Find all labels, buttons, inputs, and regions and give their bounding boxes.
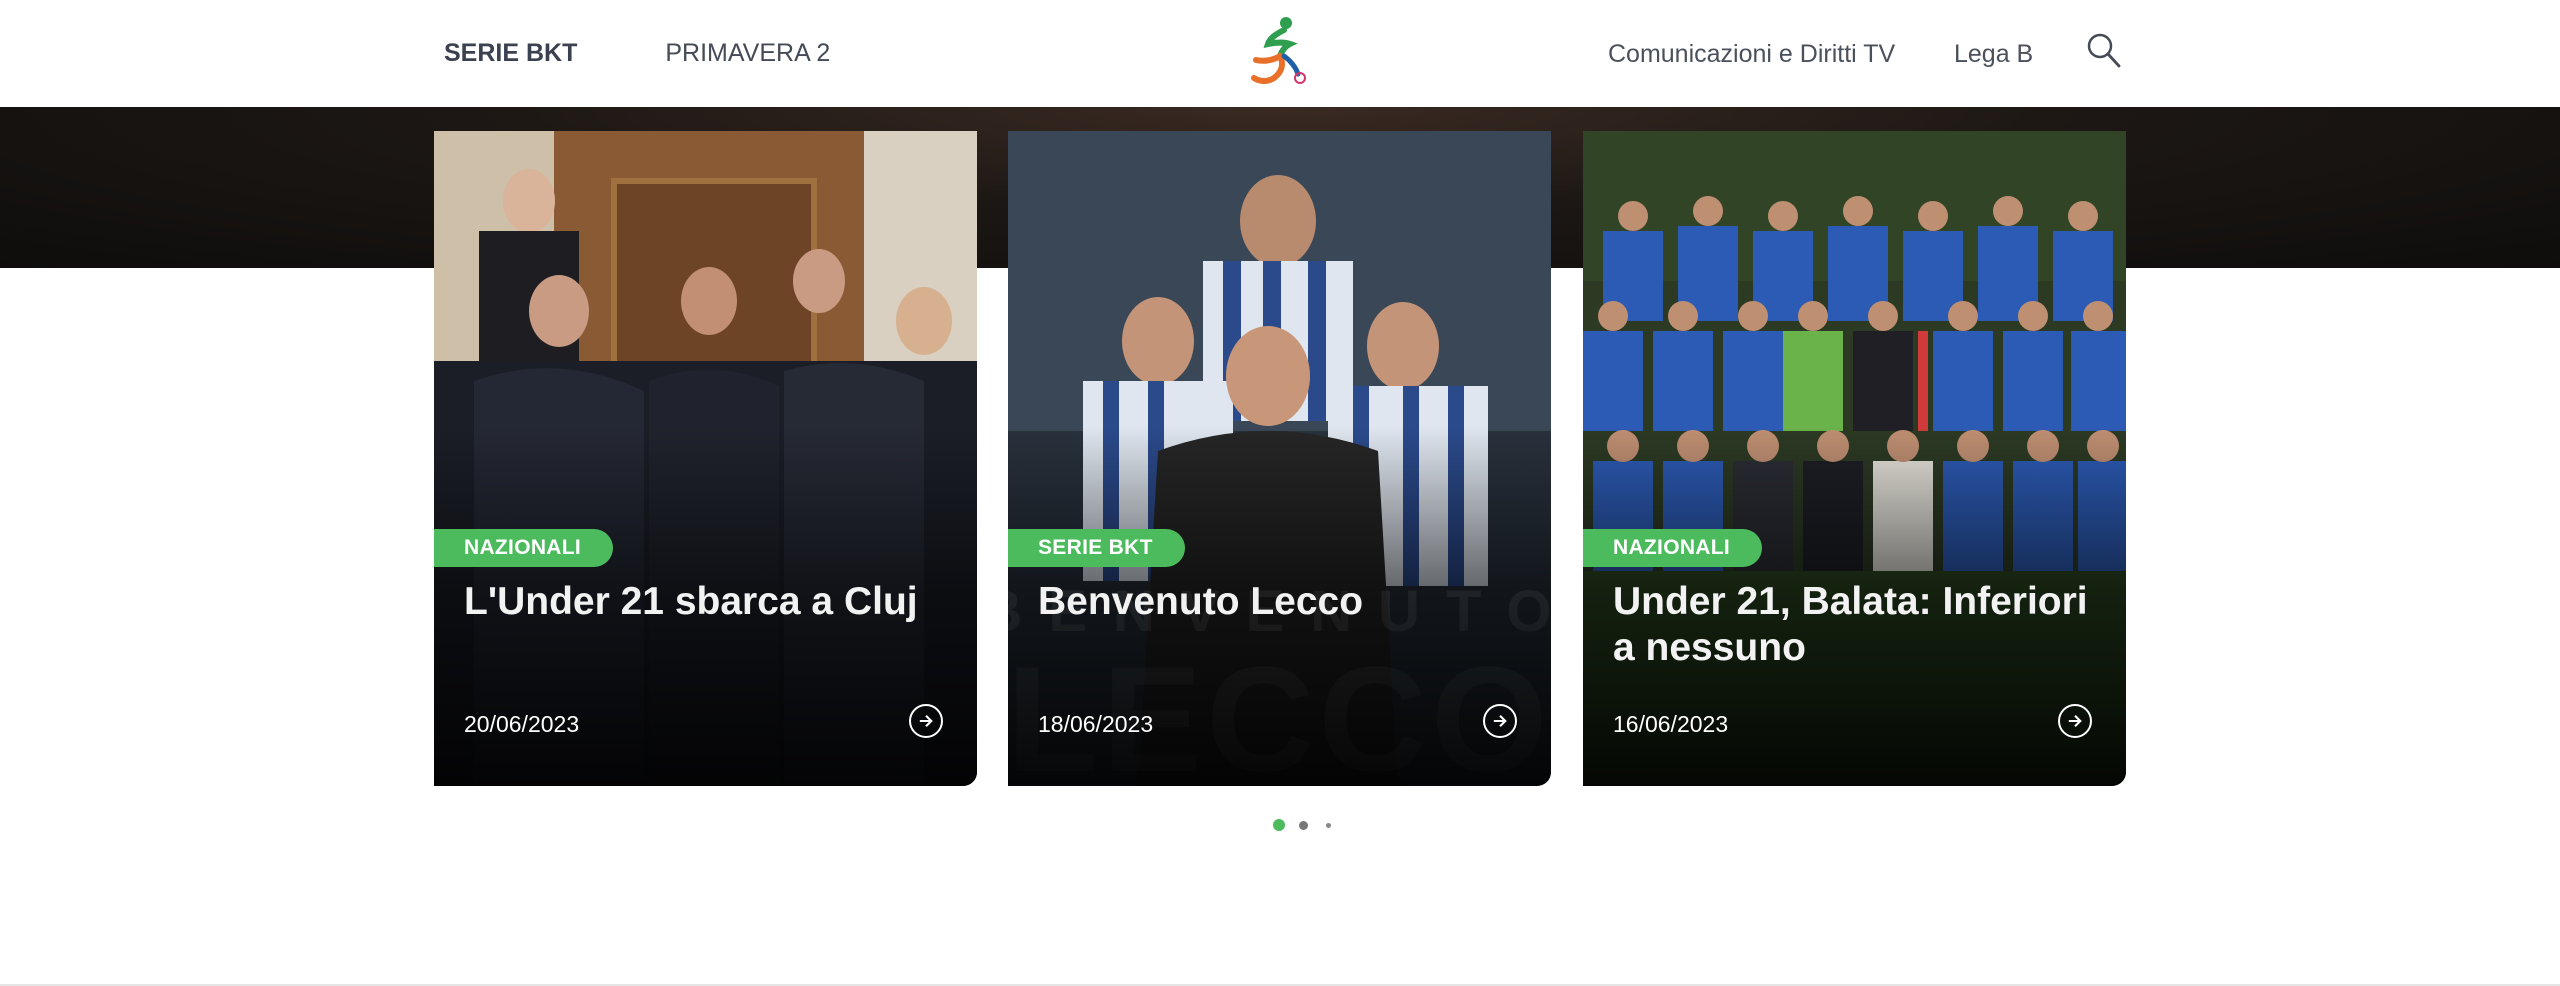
arrow-right-circle-icon[interactable]	[2058, 704, 2092, 738]
card-date: 16/06/2023	[1613, 711, 1729, 737]
search-icon[interactable]	[2086, 32, 2122, 70]
category-badge: SERIE BKT	[1008, 529, 1185, 567]
category-badge: NAZIONALI	[434, 529, 614, 567]
carousel-dot-1[interactable]	[1273, 819, 1285, 831]
news-card-2[interactable]: BENVENUTO LECCO SERIE BKT Benvenuto Lecc…	[1008, 131, 1551, 786]
card-title[interactable]: Under 21, Balata: Inferiori a nessuno	[1613, 579, 2093, 671]
arrow-right-circle-icon[interactable]	[1483, 704, 1517, 738]
carousel-dot-3[interactable]	[1326, 823, 1331, 828]
carousel-pagination	[0, 815, 2560, 835]
category-badge: NAZIONALI	[1583, 529, 1763, 567]
news-card-1[interactable]: NAZIONALI L'Under 21 sbarca a Cluj 20/06…	[434, 131, 977, 786]
news-card-3[interactable]: NAZIONALI Under 21, Balata: Inferiori a …	[1583, 131, 2126, 786]
card-title[interactable]: L'Under 21 sbarca a Cluj	[464, 579, 944, 625]
site-header: SERIE BKT PRIMAVERA 2 Comunicazioni e Di…	[0, 0, 2560, 107]
card-date: 20/06/2023	[464, 711, 580, 737]
carousel-dot-2[interactable]	[1299, 821, 1308, 830]
secondary-nav: Comunicazioni e Diritti TV Lega B	[0, 0, 2560, 107]
card-title[interactable]: Benvenuto Lecco	[1038, 579, 1518, 625]
nav-link-lega-b[interactable]: Lega B	[1954, 40, 2033, 69]
card-date: 18/06/2023	[1038, 711, 1154, 737]
nav-link-comunicazioni[interactable]: Comunicazioni e Diritti TV	[1608, 40, 1895, 69]
arrow-right-circle-icon[interactable]	[909, 704, 943, 738]
